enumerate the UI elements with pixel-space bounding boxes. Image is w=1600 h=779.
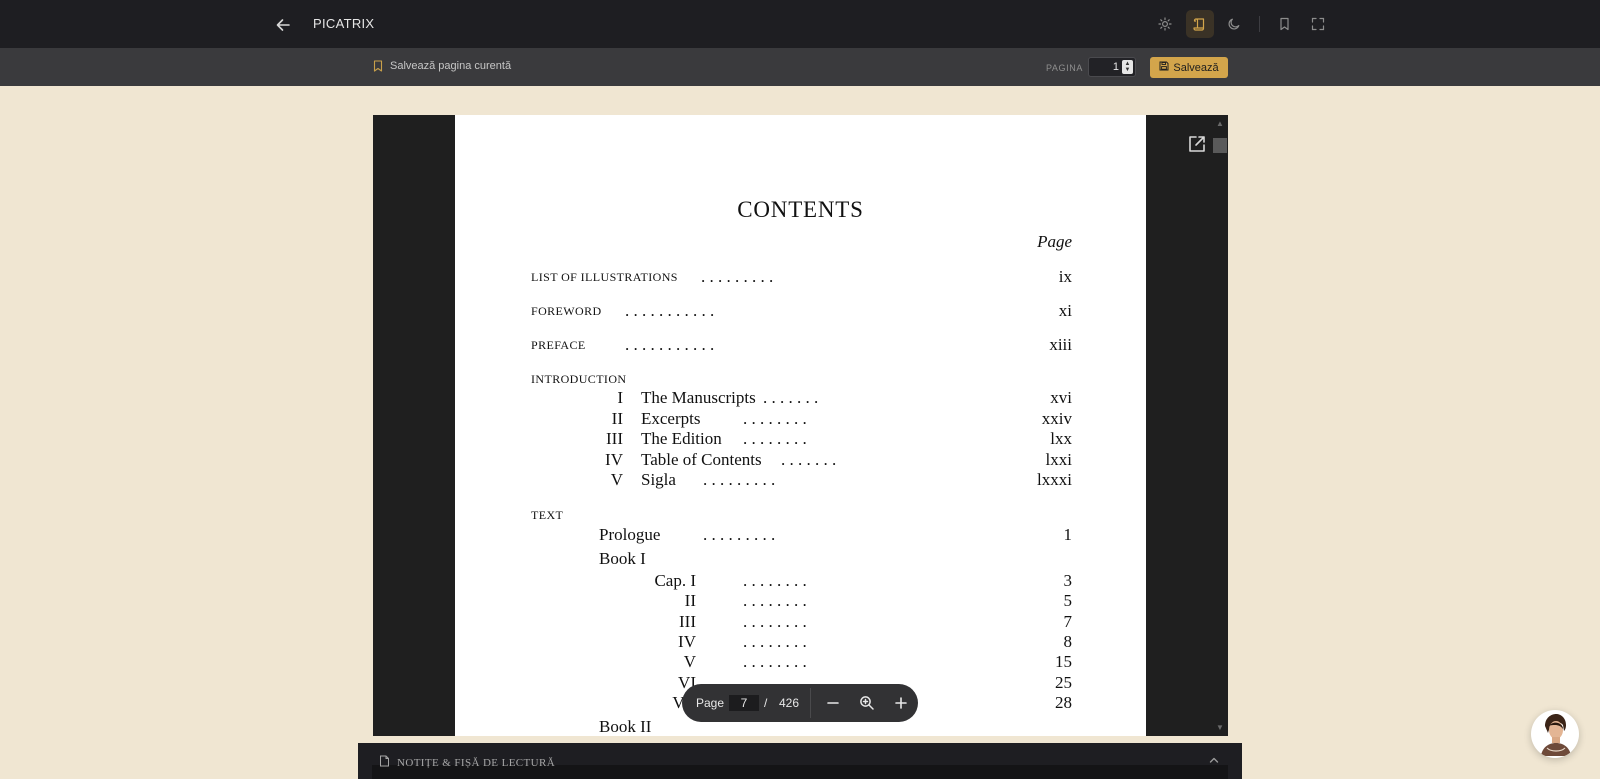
pdf-page-separator: / [764, 696, 768, 710]
toc-entry: V . . . . . . . . 15 [683, 652, 1072, 671]
toc-heading: Book I [599, 549, 646, 568]
toc-entry: I The Manuscripts . . . . . . . xvi [617, 388, 1072, 407]
scrollbar-thumb[interactable] [1213, 138, 1227, 153]
scrollbar[interactable]: ▲ ▼ [1212, 115, 1228, 736]
notes-panel[interactable]: NOTIȚE & FIȘĂ DE LECTURĂ [358, 743, 1242, 779]
save-button[interactable]: Salvează [1150, 57, 1228, 78]
page-column-header: Page [1037, 232, 1072, 251]
back-arrow-icon[interactable] [272, 14, 294, 36]
bookmark-icon [373, 60, 383, 72]
zoom-reset-icon[interactable] [857, 693, 877, 713]
toc-entry: Cap. I . . . . . . . . 3 [654, 571, 1072, 590]
page-number-input[interactable] [1089, 58, 1123, 76]
pdf-page: CONTENTS Page LIST OF ILLUSTRATIONS . . … [455, 115, 1146, 736]
bookmark-icon[interactable] [1270, 10, 1298, 38]
section-heading: TEXT [531, 508, 564, 522]
pagina-label: PAGINA [1046, 63, 1083, 73]
pdf-controls: Page / 426 [682, 684, 918, 722]
sun-icon[interactable] [1151, 10, 1179, 38]
toc-entry: III . . . . . . . . 7 [679, 612, 1072, 631]
chevron-up-icon[interactable] [1208, 753, 1220, 771]
zoom-in-icon[interactable] [891, 693, 911, 713]
floppy-disk-icon [1159, 61, 1169, 74]
pdf-page-label: Page [696, 696, 725, 710]
toc-entry: II . . . . . . . . 5 [684, 591, 1072, 610]
section-heading: INTRODUCTION [531, 372, 627, 386]
toc-entry: II Excerpts . . . . . . . . xxiv [611, 409, 1072, 428]
save-current-page-link[interactable]: Salvează pagina curentă [373, 60, 511, 72]
assistant-avatar[interactable] [1531, 710, 1579, 758]
zoom-out-icon[interactable] [823, 693, 843, 713]
app-title: PICATRIX [313, 16, 375, 31]
pdf-viewer[interactable]: CONTENTS Page LIST OF ILLUSTRATIONS . . … [373, 115, 1228, 736]
moon-icon[interactable] [1220, 10, 1248, 38]
document-icon [379, 755, 390, 770]
pdf-toolbar-divider [810, 688, 811, 718]
save-current-label: Salvează pagina curentă [390, 60, 512, 72]
top-header: PICATRIX [0, 0, 1600, 48]
pdf-page-input[interactable] [729, 695, 759, 711]
fullscreen-icon[interactable] [1304, 10, 1332, 38]
reading-toolbar: Salvează pagina curentă PAGINA ▲▼ Salvea… [0, 48, 1600, 86]
notes-title: NOTIȚE & FIȘĂ DE LECTURĂ [397, 756, 556, 769]
page-number-field: ▲▼ [1088, 57, 1136, 77]
toc-entry: III The Edition . . . . . . . . lxx [606, 429, 1072, 448]
toc-entry: LIST OF ILLUSTRATIONS . . . . . . . . . … [531, 267, 1072, 286]
toc-entry: FOREWORD . . . . . . . . . . . xi [531, 301, 1072, 320]
save-button-label: Salvează [1173, 61, 1219, 74]
toc-entry: V Sigla . . . . . . . . . lxxxi [610, 470, 1072, 489]
scroll-up-arrow-icon[interactable]: ▲ [1216, 119, 1224, 128]
toc-entry: IV Table of Contents . . . . . . . lxxi [605, 450, 1072, 469]
toc-entry: PREFACE . . . . . . . . . . . xiii [531, 335, 1072, 354]
pdf-total-pages: 426 [779, 696, 800, 710]
document-title: CONTENTS [737, 197, 864, 222]
open-external-icon[interactable] [1186, 133, 1208, 155]
scroll-down-arrow-icon[interactable]: ▼ [1216, 723, 1224, 732]
header-divider [1259, 16, 1260, 32]
toc-entry: IV . . . . . . . . 8 [678, 632, 1072, 651]
toc-entry: Prologue . . . . . . . . . 1 [599, 525, 1072, 544]
notes-header[interactable]: NOTIȚE & FIȘĂ DE LECTURĂ [379, 755, 555, 770]
page-stepper[interactable]: ▲ ▼ [1122, 60, 1133, 74]
sepia-scroll-icon[interactable] [1186, 10, 1214, 38]
